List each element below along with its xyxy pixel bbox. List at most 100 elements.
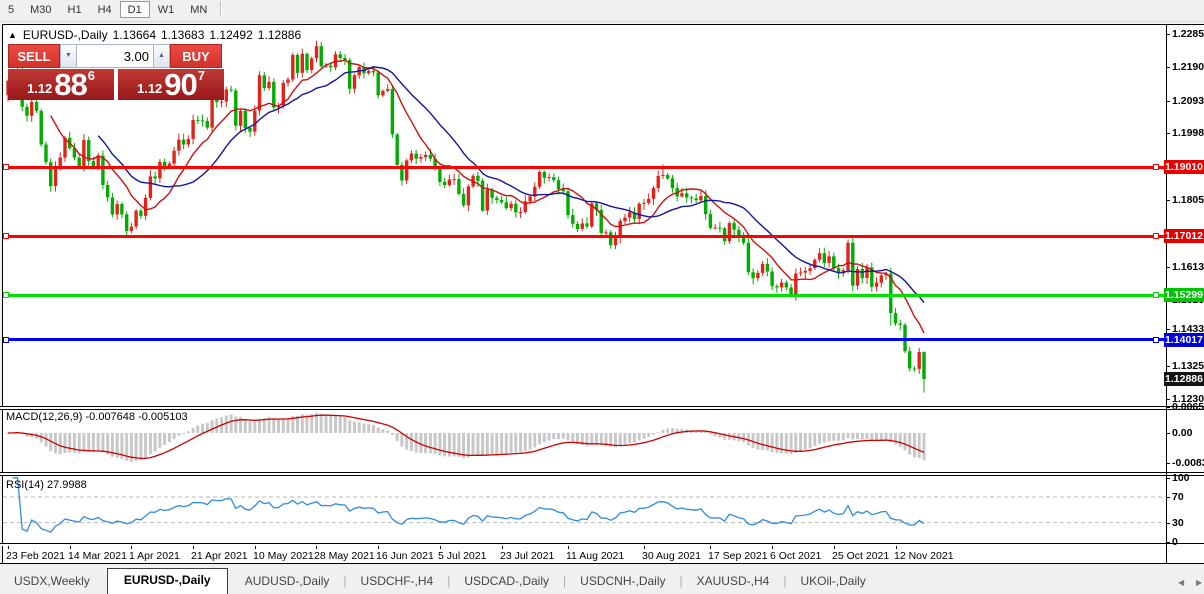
chart-tab-bar: USDX,Weekly|EURUSD-,Daily|AUDUSD-,Daily|… [0,564,1204,594]
price-axis-tick [1166,101,1170,102]
price-badge-1.17012: 1.17012 [1164,229,1204,243]
volume-increase-button[interactable]: ▲ [153,44,170,68]
one-click-trading-panel: SELL ▼ ▲ BUY 1.12886 1.12907 [8,44,224,100]
date-axis-label: 6 Oct 2021 [770,550,821,562]
horizontal-level-line-1.17012[interactable] [3,235,1165,238]
date-axis-tick [440,546,441,549]
horizontal-level-line-1.14017[interactable] [3,338,1165,341]
bid-price-prefix: 1.12 [27,79,52,99]
chart-ohlc-title: ▲ EURUSD-,Daily 1.13664 1.13683 1.12492 1.128… [8,28,301,42]
ask-price-prefix: 1.12 [137,79,162,99]
bar-high-value: 1.13683 [161,28,204,42]
rsi-axis-tick [1166,478,1170,479]
date-axis-label: 23 Feb 2021 [6,550,65,562]
line-handle[interactable] [3,337,9,343]
date-axis-tick [131,546,132,549]
date-axis-tick [316,546,317,549]
date-axis-tick [834,546,835,549]
buy-button[interactable]: BUY [170,44,222,68]
date-axis-tick [896,546,897,549]
date-axis-label: 28 May 2021 [314,550,375,562]
macd-axis-label: 0.006503 [1172,401,1204,413]
ask-price-point: 7 [198,69,205,82]
horizontal-level-line-1.1901[interactable] [3,166,1165,169]
line-handle[interactable] [1153,233,1159,239]
price-axis-tick [1166,200,1170,201]
bar-low-value: 1.12492 [209,28,252,42]
chart-tab-xauusd-h4[interactable]: XAUUSD-,H4 [683,570,784,594]
price-badge-1.15299: 1.15299 [1164,288,1204,302]
price-axis-tick [1166,329,1170,330]
macd-axis-tick [1166,463,1170,464]
date-axis-tick [644,546,645,549]
ask-price-pips: 90 [164,71,196,99]
bar-close-value: 1.12886 [258,28,301,42]
line-handle[interactable] [1153,292,1159,298]
chart-tab-usdchf-h4[interactable]: USDCHF-,H4 [347,570,448,594]
date-axis-label: 5 Jul 2021 [438,550,486,562]
date-axis-label: 12 Nov 2021 [894,550,954,562]
chart-tab-audusd-daily[interactable]: AUDUSD-,Daily [231,570,344,594]
tab-scroll-left-icon[interactable]: ◀ [1178,578,1184,587]
price-axis-label: 1.21905 [1172,61,1204,73]
price-badge-1.12886: 1.12886 [1164,372,1204,386]
rsi-label: RSI(14) 27.9988 [6,479,87,491]
macd-axis-label: -0.00832 [1172,457,1204,469]
tab-scroll-right-icon[interactable]: ▶ [1196,578,1202,587]
chart-tab-usdcnh-daily[interactable]: USDCNH-,Daily [566,570,679,594]
line-handle[interactable] [1153,337,1159,343]
date-axis-tick [193,546,194,549]
line-handle[interactable] [3,292,9,298]
price-axis-label: 1.18055 [1172,194,1204,206]
date-axis-tick [502,546,503,549]
macd-axis-tick [1166,407,1170,408]
bar-open-value: 1.13664 [113,28,156,42]
line-handle[interactable] [3,164,9,170]
price-axis-label: 1.20930 [1172,95,1204,107]
price-axis-label: 1.13255 [1172,360,1204,372]
macd-axis-label: 0.00 [1172,427,1192,439]
date-axis-tick [568,546,569,549]
chart-tab-usdcad-daily[interactable]: USDCAD-,Daily [450,570,563,594]
price-axis-tick [1166,67,1170,68]
rsi-axis-tick [1166,523,1170,524]
rsi-axis-label: 0 [1172,536,1178,548]
macd-values: -0.007648 -0.005103 [85,411,187,423]
price-axis-tick [1166,366,1170,367]
volume-decrease-button[interactable]: ▼ [60,44,77,68]
trading-terminal: 5M30H1H4D1W1MN 1.228551.219051.209301.19… [0,0,1204,594]
ask-price-display[interactable]: 1.12907 [118,69,224,100]
chart-tab-ukoil-daily[interactable]: UKOil-,Daily [786,570,879,594]
line-handle[interactable] [1153,164,1159,170]
price-axis-label: 1.22855 [1172,28,1204,40]
date-axis-label: 30 Aug 2021 [642,550,701,562]
horizontal-level-line-1.15299[interactable] [3,294,1165,297]
date-axis-label: 21 Apr 2021 [191,550,248,562]
price-axis-tick [1166,133,1170,134]
date-axis-tick [8,546,9,549]
one-click-collapse-icon[interactable]: ▲ [8,30,17,40]
date-axis-label: 16 Jun 2021 [376,550,434,562]
date-axis-tick [255,546,256,549]
price-axis-label: 1.19980 [1172,127,1204,139]
rsi-axis-label: 30 [1172,517,1184,529]
chart-tab-eurusd-daily[interactable]: EURUSD-,Daily [107,568,228,594]
date-axis-label: 23 Jul 2021 [500,550,554,562]
date-axis-label: 10 May 2021 [253,550,314,562]
bid-price-point: 6 [88,69,95,82]
date-axis-label: 17 Sep 2021 [708,550,768,562]
chart-symbol-label: EURUSD-,Daily [23,28,108,42]
line-handle[interactable] [3,233,9,239]
sell-button[interactable]: SELL [8,44,60,68]
rsi-value: 27.9988 [47,479,87,491]
bid-price-display[interactable]: 1.12886 [8,69,114,100]
date-axis-label: 14 Mar 2021 [68,550,127,562]
date-axis-label: 11 Aug 2021 [566,550,624,562]
volume-input[interactable] [77,44,153,68]
rsi-axis-tick [1166,542,1170,543]
bid-price-pips: 88 [54,71,86,99]
rsi-axis-label: 100 [1172,472,1190,484]
date-axis-tick [378,546,379,549]
chart-tab-usdx-weekly[interactable]: USDX,Weekly [0,570,104,594]
macd-axis-tick [1166,433,1170,434]
